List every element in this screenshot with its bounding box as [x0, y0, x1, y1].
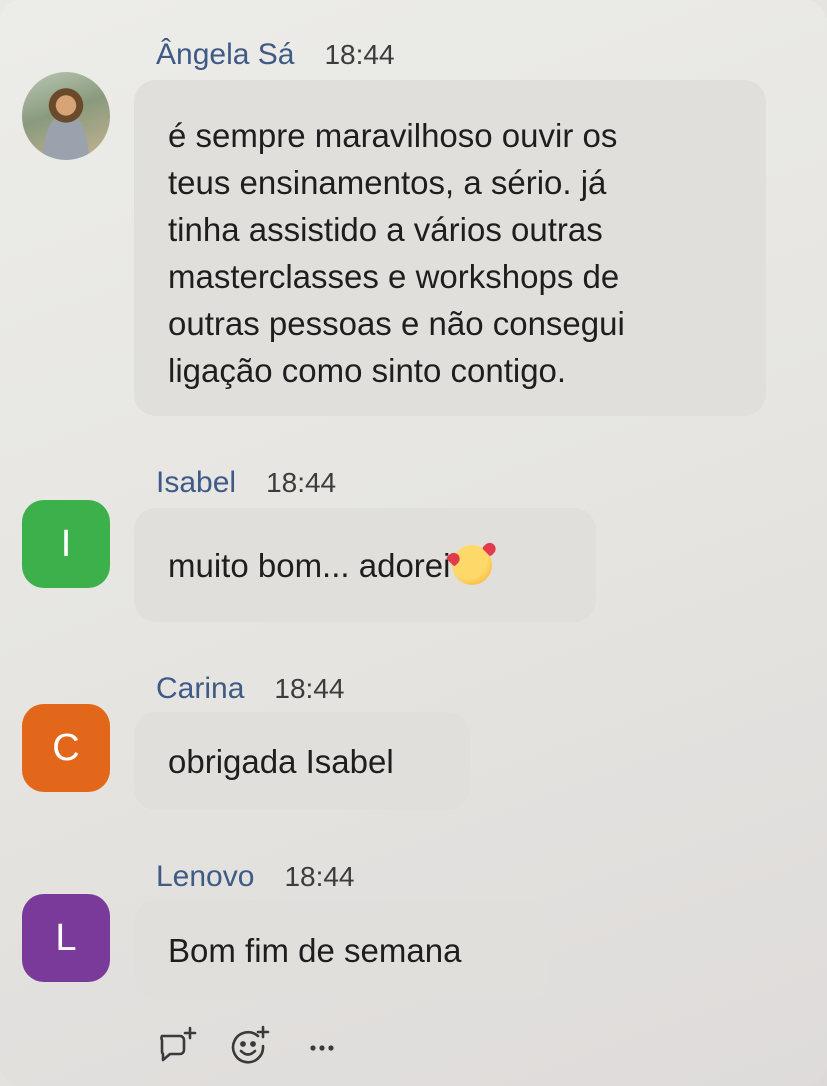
message-actions — [156, 1024, 344, 1068]
message-time: 18:44 — [274, 673, 345, 704]
message-time: 18:44 — [324, 39, 395, 70]
message-bubble: Bom fim de semana — [134, 900, 548, 1000]
message-header: Lenovo 18:44 — [156, 860, 355, 894]
sender-name[interactable]: Ângela Sá — [156, 38, 294, 72]
avatar-letter: L — [55, 916, 77, 959]
avatar[interactable]: L — [22, 894, 110, 982]
sender-name[interactable]: Lenovo — [156, 860, 254, 894]
message-time: 18:44 — [266, 467, 337, 498]
message-header: Carina 18:44 — [156, 672, 344, 706]
avatar[interactable]: C — [22, 704, 110, 792]
message-bubble: obrigada Isabel — [134, 712, 470, 810]
message-time: 18:44 — [284, 861, 355, 892]
message-bubble: muito bom... adorei — [134, 508, 596, 622]
sender-name[interactable]: Isabel — [156, 466, 236, 500]
message-text: Bom fim de semana — [168, 931, 462, 969]
more-options-icon[interactable] — [300, 1024, 344, 1068]
sender-name[interactable]: Carina — [156, 672, 244, 706]
message-bubble: é sempre maravilhoso ouvir os teus ensin… — [134, 80, 766, 416]
message-header: Ângela Sá 18:44 — [156, 38, 395, 72]
avatar-letter: C — [52, 726, 80, 769]
message-header: Isabel 18:44 — [156, 466, 336, 500]
reply-in-thread-icon[interactable] — [156, 1024, 200, 1068]
avatar-letter: I — [60, 522, 72, 565]
message-text: muito bom... adorei — [168, 546, 451, 584]
message-text: é sempre maravilhoso ouvir os teus ensin… — [168, 117, 625, 389]
avatar[interactable]: I — [22, 500, 110, 588]
smiling-face-with-hearts-icon — [452, 545, 493, 585]
chat-window: Ângela Sá 18:44 é sempre maravilhoso ouv… — [0, 0, 827, 1086]
message-text: obrigada Isabel — [168, 742, 394, 780]
add-reaction-icon[interactable] — [228, 1024, 272, 1068]
avatar[interactable] — [22, 72, 110, 160]
